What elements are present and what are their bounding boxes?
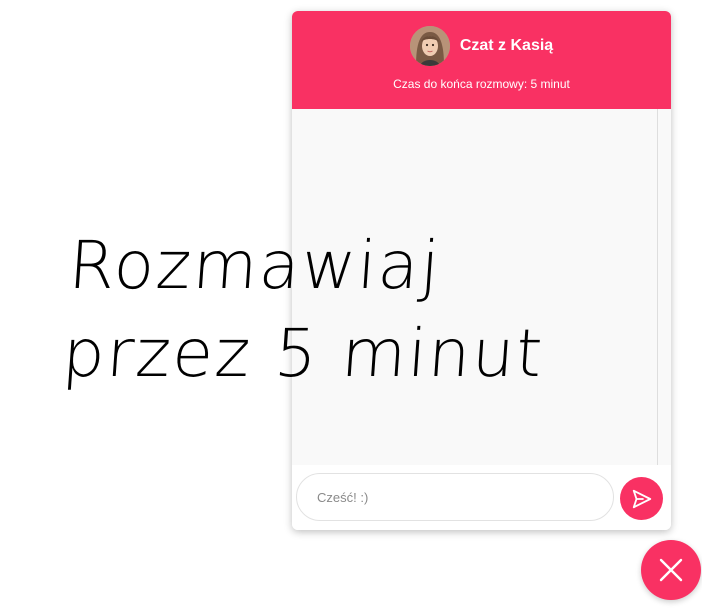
promo-line-1: Rozmawiaj — [66, 227, 444, 304]
close-chat-button[interactable] — [641, 540, 701, 600]
chat-header-top: Czat z Kasią — [292, 26, 671, 66]
message-composer — [292, 465, 671, 530]
chat-timer-text: Czas do końca rozmowy: 5 minut — [393, 77, 570, 91]
messages-scrollbar[interactable] — [657, 109, 671, 465]
page: Czat z Kasią Czas do końca rozmowy: 5 mi… — [0, 0, 702, 608]
message-input[interactable] — [296, 473, 614, 521]
promo-line-2: przez 5 minut — [60, 315, 547, 392]
chat-header: Czat z Kasią Czas do końca rozmowy: 5 mi… — [292, 11, 671, 109]
avatar — [409, 26, 450, 66]
chat-title: Czat z Kasią — [459, 37, 554, 54]
send-icon — [631, 488, 653, 510]
promo-handwritten-text: Rozmawiaj przez 5 minut — [60, 222, 553, 398]
send-button[interactable] — [620, 477, 663, 520]
close-icon — [657, 556, 685, 584]
